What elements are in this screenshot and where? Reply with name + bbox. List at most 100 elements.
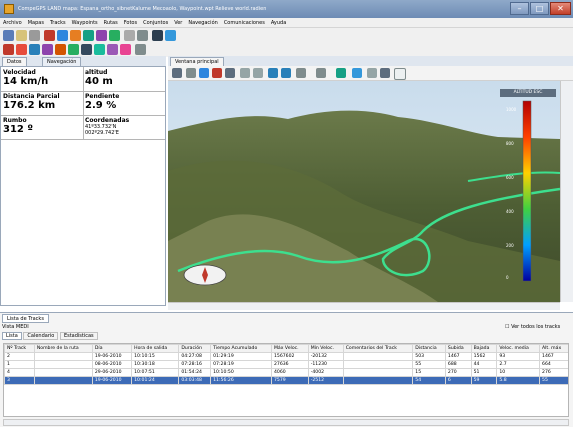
arrow-down-icon[interactable] <box>281 68 291 78</box>
menu-navegacion[interactable]: Navegación <box>185 18 220 27</box>
globe-icon[interactable] <box>199 68 209 78</box>
cell: 688 <box>444 360 472 369</box>
zoom-in-icon[interactable] <box>240 68 250 78</box>
col-header[interactable]: Hora de salida <box>131 344 180 353</box>
tab-lista-de-tracks[interactable]: Lista de Tracks <box>2 314 49 323</box>
col-header[interactable]: Nombre de la ruta <box>33 344 93 353</box>
col-header[interactable]: Distancia <box>412 344 446 353</box>
edit-icon[interactable] <box>135 44 146 55</box>
cell: 29-06-2010 <box>91 368 133 377</box>
tab-calendario[interactable]: Calendario <box>23 332 59 340</box>
folder-icon[interactable] <box>16 30 27 41</box>
layer-mode-icon[interactable] <box>316 68 326 78</box>
close-button[interactable]: ✕ <box>550 2 571 15</box>
distancia-value: 176.2 km <box>3 100 56 111</box>
cell: 01:29:19 <box>210 352 272 361</box>
view-mode-icon[interactable] <box>296 68 306 78</box>
flag-icon[interactable] <box>55 44 66 55</box>
track-list-panel: Lista de Tracks Vista MEDI ☐ Ver todos l… <box>0 312 573 427</box>
route-icon[interactable] <box>70 30 81 41</box>
menu-ayuda[interactable]: Ayuda <box>268 18 289 27</box>
rotate-icon[interactable] <box>186 68 196 78</box>
cell: -20132 <box>307 352 344 361</box>
table-row-selected[interactable]: 3 19-06-2010 10:01:24 03:03:48 11:56:26 7579-… <box>4 376 568 385</box>
rumbo-label: Rumbo <box>3 117 27 124</box>
cell: -2512 <box>307 376 344 385</box>
col-header[interactable]: Bajada <box>470 344 498 353</box>
map-horizontal-scrollbar[interactable] <box>168 302 560 310</box>
col-header[interactable]: Día <box>91 344 133 353</box>
cursor-icon[interactable] <box>68 44 79 55</box>
map-3d-view[interactable]: ALTITUD ESC 1000 800 600 400 200 0 <box>168 81 560 302</box>
cell <box>342 376 414 385</box>
cell: 19-06-2010 <box>91 376 133 385</box>
terrain-icon[interactable] <box>336 68 346 78</box>
menu-archivo[interactable]: Archivo <box>0 18 25 27</box>
cell <box>33 352 93 361</box>
menu-fotos[interactable]: Fotos <box>121 18 140 27</box>
col-header[interactable]: Comentarios del Track <box>342 344 414 353</box>
arrow-up-icon[interactable] <box>268 68 278 78</box>
help-icon[interactable] <box>165 30 176 41</box>
col-header[interactable]: Máx Veloc. <box>270 344 309 353</box>
show-all-tracks-checkbox[interactable]: ☐ Ver todos los tracks <box>505 324 560 330</box>
minimize-button[interactable]: – <box>510 2 529 15</box>
divider <box>1 139 165 140</box>
save-icon[interactable] <box>29 30 40 41</box>
layers-icon[interactable] <box>96 30 107 41</box>
cell: 2.7 <box>496 360 541 369</box>
col-header[interactable]: Alt. máx <box>539 344 568 353</box>
tab-estadisticas[interactable]: Estadísticas <box>59 332 98 340</box>
photo-icon[interactable] <box>380 68 390 78</box>
print-icon[interactable] <box>124 30 135 41</box>
record-icon[interactable] <box>3 44 14 55</box>
target-icon[interactable] <box>42 44 53 55</box>
col-header[interactable]: Subida <box>444 344 472 353</box>
cell <box>33 368 93 377</box>
grid-icon[interactable] <box>152 30 163 41</box>
zoom-out-icon[interactable] <box>253 68 263 78</box>
menu-tracks[interactable]: Tracks <box>47 18 69 27</box>
tab-lista[interactable]: Lista <box>2 332 22 340</box>
waypoint-icon[interactable] <box>57 30 68 41</box>
cell: 10:10:15 <box>131 352 180 361</box>
table-horizontal-scrollbar[interactable] <box>3 419 569 426</box>
3d-view-icon[interactable] <box>109 30 120 41</box>
gps-icon[interactable] <box>29 44 40 55</box>
menu-waypoints[interactable]: Waypoints <box>69 18 101 27</box>
settings-icon[interactable] <box>137 30 148 41</box>
menu-rutas[interactable]: Rutas <box>101 18 121 27</box>
track-icon[interactable] <box>44 30 55 41</box>
pin-icon[interactable] <box>16 44 27 55</box>
grid-icon[interactable] <box>367 68 377 78</box>
table-row[interactable]: 4 29-06-2010 10:07:51 01:54:24 10:10:50 4060-… <box>4 368 568 377</box>
col-header[interactable]: Duración <box>178 344 212 353</box>
maximize-button[interactable]: □ <box>530 2 549 15</box>
cell: 3 <box>4 376 35 385</box>
col-header[interactable]: Mín Veloc. <box>307 344 344 353</box>
window-icon[interactable] <box>394 68 406 80</box>
open-map-icon[interactable] <box>3 30 14 41</box>
secondary-toolbar <box>0 42 573 57</box>
measure-icon[interactable] <box>107 44 118 55</box>
menu-ver[interactable]: Ver <box>171 18 185 27</box>
table-row[interactable]: 2 19-06-2010 10:10:15 04:27:08 01:29:19 15676… <box>4 352 568 361</box>
col-header[interactable]: Nº Track <box>4 344 35 353</box>
col-header[interactable]: Tiempo Acumulado <box>210 344 272 353</box>
menu-conjuntos[interactable]: Conjuntos <box>140 18 171 27</box>
compass-icon[interactable] <box>94 44 105 55</box>
sky-icon[interactable] <box>352 68 362 78</box>
camera-icon[interactable] <box>225 68 235 78</box>
terrain-render[interactable] <box>168 81 560 302</box>
photo-icon[interactable] <box>83 30 94 41</box>
col-header[interactable]: Veloc. media <box>496 344 541 353</box>
table-row[interactable]: 1 08-06-2010 10:30:18 07:28:16 07:28:19 27636… <box>4 360 568 369</box>
refresh-icon[interactable] <box>172 68 182 78</box>
cell: 664 <box>539 360 568 369</box>
tool-icon[interactable] <box>212 68 222 78</box>
menu-comunicaciones[interactable]: Comunicaciones <box>221 18 268 27</box>
menu-mapas[interactable]: Mapas <box>25 18 47 27</box>
map-vertical-scrollbar[interactable] <box>560 81 573 302</box>
move-icon[interactable] <box>81 44 92 55</box>
draw-icon[interactable] <box>120 44 131 55</box>
